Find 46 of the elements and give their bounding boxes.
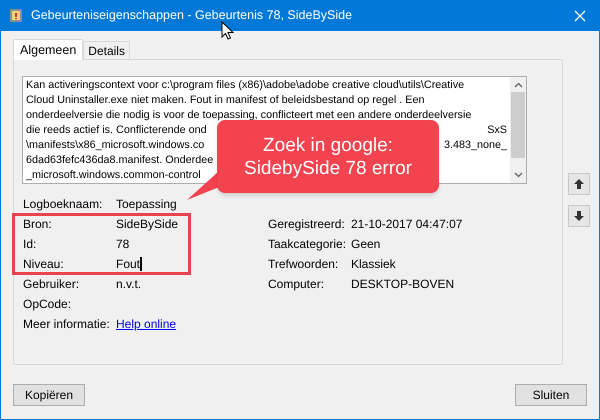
field-value: Geen — [351, 236, 382, 253]
description-text: onderdeelversie die nodig is voor de toepassing, conflicteert met een andere onderdeelversie — [26, 108, 472, 123]
arrow-up-icon — [573, 178, 585, 190]
field-label: Niveau: — [23, 256, 65, 273]
description-text: 3.483_none_ — [444, 138, 508, 153]
description-text: Cloud Uninstaller.exe niet maken. Fout in manifest of beleidsbestand op regel . Een — [26, 93, 425, 108]
arrow-down-icon — [573, 210, 585, 222]
field-label: OpCode: — [23, 296, 72, 313]
description-text: die reeds actief is. Conflicterende ond — [26, 123, 207, 138]
field-value: DESKTOP-BOVEN — [351, 276, 456, 293]
description-text: Kan activeringscontext voor c:\program files (x86)\adobe\adobe creative cloud\utils\Creative — [26, 78, 464, 93]
help-link[interactable]: Help online — [116, 315, 176, 333]
field-label: Meer informatie: — [23, 316, 111, 333]
field-value: Fout — [116, 256, 140, 273]
scroll-up-icon[interactable] — [514, 82, 522, 88]
window-title: Gebeurteniseigenschappen - Gebeurtenis 78, SideBySide — [31, 7, 352, 24]
next-event-button[interactable] — [568, 205, 590, 227]
field-label: Id: — [23, 236, 38, 253]
scrollbar-thumb[interactable] — [511, 92, 525, 158]
window-app-icon — [9, 8, 23, 23]
field-label: Trefwoorden: — [268, 256, 340, 273]
description-text: _microsoft.windows.common-control — [26, 168, 201, 183]
field-value: 21-10-2017 04:47:07 — [351, 216, 464, 233]
field-label: Gebruiker: — [23, 276, 80, 293]
mouse-cursor-icon — [221, 21, 235, 41]
field-label: Computer: — [268, 276, 326, 293]
field-value: Toepassing — [116, 196, 177, 213]
field-label: Logboeknaam: — [23, 196, 104, 213]
field-value: Klassiek — [351, 256, 397, 273]
field-label: Geregistreerd: — [268, 216, 346, 233]
previous-event-button[interactable] — [568, 173, 590, 195]
scrollbar[interactable] — [510, 77, 526, 183]
field-value: 78 — [116, 236, 130, 253]
tab[interactable]: Details — [83, 41, 130, 59]
description-text: \manifests\x86_microsoft.windows.co — [26, 138, 204, 153]
field-value: n.v.t. — [116, 276, 142, 293]
description-text: SxS — [487, 123, 508, 138]
scroll-down-icon[interactable] — [514, 172, 522, 178]
tab[interactable]: Algemeen — [13, 39, 84, 60]
field-label: Taakcategorie: — [268, 236, 348, 253]
close-icon[interactable] — [574, 10, 586, 22]
field-value: SideBySide — [116, 216, 178, 233]
description-text: 6dad63fefc436da8.manifest. Onderdee — [26, 153, 214, 168]
field-label: Bron: — [23, 216, 53, 233]
dialog-button[interactable]: Sluiten — [515, 384, 587, 406]
dialog-button[interactable]: Kopiëren — [13, 384, 85, 406]
